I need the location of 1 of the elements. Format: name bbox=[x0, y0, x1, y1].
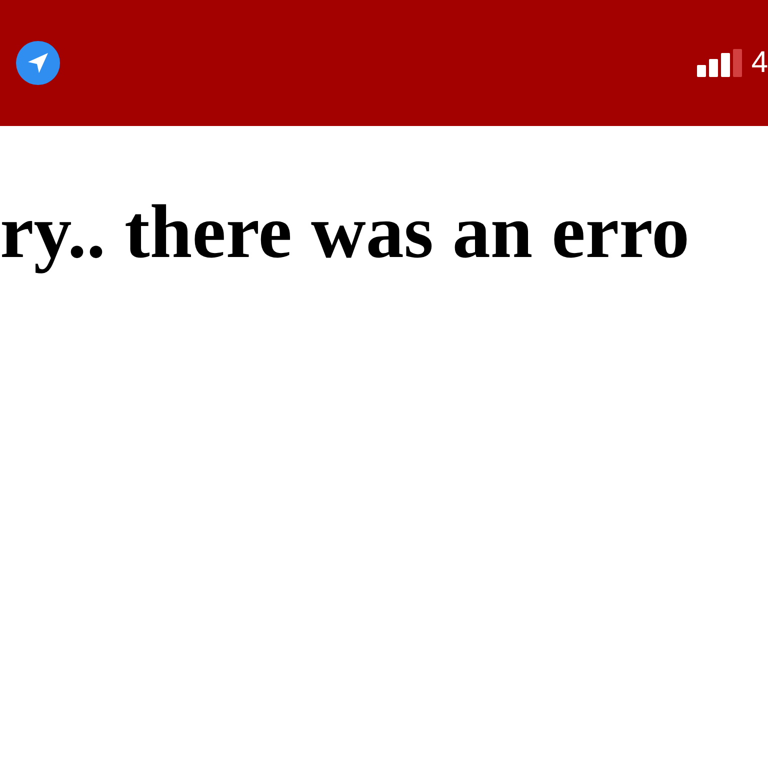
status-text: 4 bbox=[751, 48, 768, 78]
